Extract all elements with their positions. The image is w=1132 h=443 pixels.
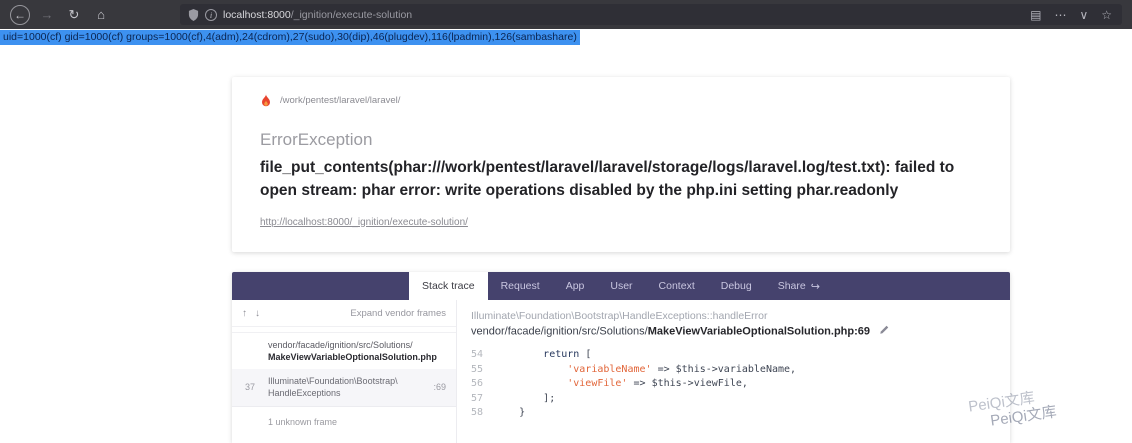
frame-group-header[interactable]: vendor/facade/ignition/src/Solutions/ Ma… [232, 333, 456, 369]
url-bar[interactable]: i localhost:8000/_ignition/execute-solut… [180, 4, 1122, 25]
frame-method: Illuminate\Foundation\Bootstrap\HandleEx… [471, 310, 996, 322]
frame-file-name: MakeViewVariableOptionalSolution.php:69 [648, 325, 870, 337]
code-line: 56 'viewFile' => $this->viewFile, [471, 377, 996, 392]
code-viewer: 54 return [55 'variableName' => $this->v… [471, 348, 996, 421]
editor-panel: Illuminate\Foundation\Bootstrap\HandleEx… [457, 300, 1010, 443]
url-text: localhost:8000/_ignition/execute-solutio… [223, 9, 1024, 21]
frames-header: ↑ ↓ Expand vendor frames [232, 300, 456, 327]
prev-frame-icon[interactable]: ↑ [242, 308, 247, 319]
line-number: 55 [471, 363, 495, 378]
expand-vendor-frames-button[interactable]: Expand vendor frames [350, 308, 446, 319]
code-line: 58 } [471, 406, 996, 421]
browser-toolbar: ← → ↻ ⌂ i localhost:8000/_ignition/execu… [0, 0, 1132, 29]
exception-url-link[interactable]: http://localhost:8000/_ignition/execute-… [260, 217, 468, 228]
frame-class-line2: HandleExceptions [268, 388, 341, 398]
trace-tabbar: Stack traceRequestAppUserContextDebugSha… [232, 272, 1010, 300]
code-line: 54 return [ [471, 348, 996, 363]
tab-debug[interactable]: Debug [708, 272, 765, 300]
tab-user[interactable]: User [597, 272, 645, 300]
stack-trace-card: Stack traceRequestAppUserContextDebugSha… [232, 272, 1010, 443]
browser-window: ← → ↻ ⌂ i localhost:8000/_ignition/execu… [0, 0, 1132, 443]
library-icon[interactable]: ▤ [1030, 8, 1041, 22]
frame-file: vendor/facade/ignition/src/Solutions/Mak… [471, 325, 996, 338]
url-domain: localhost:8000 [223, 9, 291, 21]
url-actions: ▤ ⋯ ∨ ☆ [1030, 8, 1114, 22]
flame-icon [260, 93, 272, 108]
next-frame-icon[interactable]: ↓ [255, 308, 260, 319]
bookmark-star-icon[interactable]: ☆ [1101, 8, 1112, 22]
trace-body: ↑ ↓ Expand vendor frames vendor/facade/i… [232, 300, 1010, 443]
frame-group-path: vendor/facade/ignition/src/Solutions/ [268, 339, 446, 351]
back-button[interactable]: ← [10, 5, 30, 25]
forward-button[interactable]: → [37, 5, 57, 25]
tab-share[interactable]: Share↪ [765, 272, 833, 300]
url-path: /_ignition/execute-solution [291, 9, 412, 21]
exception-class: ErrorException [260, 130, 982, 150]
line-number: 57 [471, 392, 495, 407]
error-card: /work/pentest/laravel/laravel/ ErrorExce… [232, 77, 1010, 252]
frame-number: 37 [232, 382, 268, 392]
tab-context[interactable]: Context [646, 272, 708, 300]
tab-request[interactable]: Request [488, 272, 553, 300]
app-path: /work/pentest/laravel/laravel/ [280, 95, 400, 106]
frame-file-path: vendor/facade/ignition/src/Solutions/ [471, 325, 648, 337]
tab-app[interactable]: App [553, 272, 598, 300]
page-actions-icon[interactable]: ⋯ [1054, 8, 1066, 22]
tab-stack-trace[interactable]: Stack trace [409, 272, 488, 300]
line-number: 56 [471, 377, 495, 392]
home-button[interactable]: ⌂ [91, 5, 111, 25]
unknown-frames-label: 1 unknown frame [232, 407, 456, 437]
code-line: 55 'variableName' => $this->variableName… [471, 363, 996, 378]
site-info-icon[interactable]: i [205, 9, 217, 21]
selected-text: uid=1000(cf) gid=1000(cf) groups=1000(cf… [0, 30, 580, 45]
reload-button[interactable]: ↻ [64, 5, 84, 25]
edit-pencil-icon[interactable] [879, 325, 889, 338]
frame-arrows: ↑ ↓ [242, 308, 260, 319]
line-number: 54 [471, 348, 495, 363]
tracking-shield-icon[interactable] [188, 9, 199, 21]
frame-class: Illuminate\Foundation\Bootstrap\ HandleE… [268, 375, 427, 399]
frame-group-file: MakeViewVariableOptionalSolution.php [268, 351, 446, 363]
frame-group: vendor/facade/ignition/src/Solutions/ Ma… [232, 332, 456, 407]
pocket-icon[interactable]: ∨ [1079, 8, 1088, 22]
line-number: 58 [471, 406, 495, 421]
share-icon: ↪ [811, 280, 820, 293]
app-path-row: /work/pentest/laravel/laravel/ [260, 93, 982, 108]
code-line: 57 ]; [471, 392, 996, 407]
exception-message: file_put_contents(phar:///work/pentest/l… [260, 156, 982, 203]
frame-line-number: :69 [433, 382, 446, 392]
frame-row-active[interactable]: 37 Illuminate\Foundation\Bootstrap\ Hand… [232, 369, 456, 405]
browser-page: uid=1000(cf) gid=1000(cf) groups=1000(cf… [0, 29, 1132, 443]
frames-panel: ↑ ↓ Expand vendor frames vendor/facade/i… [232, 300, 457, 443]
frame-class-line1: Illuminate\Foundation\Bootstrap\ [268, 376, 398, 386]
